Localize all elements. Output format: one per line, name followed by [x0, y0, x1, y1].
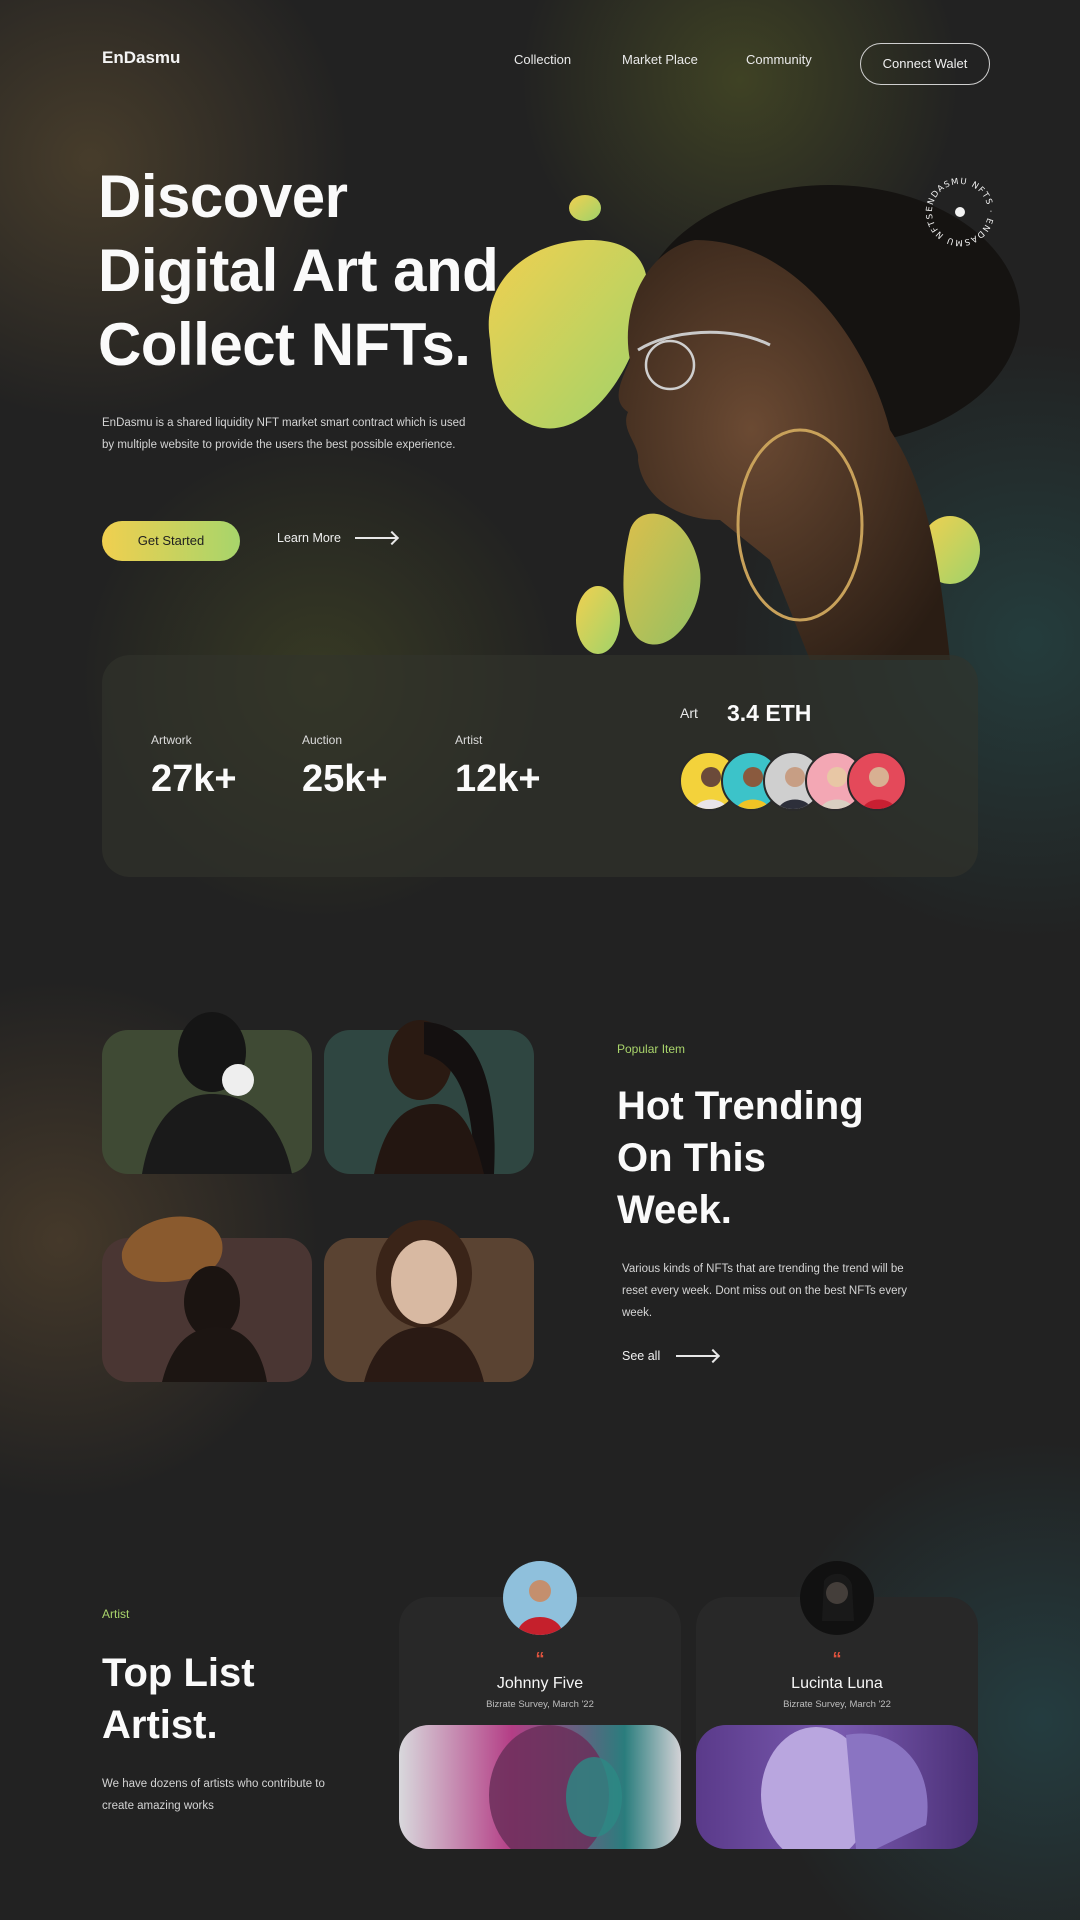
avatar — [800, 1561, 874, 1635]
trending-item[interactable] — [102, 1216, 312, 1382]
artist-artwork-image — [696, 1725, 978, 1849]
avatar — [503, 1561, 577, 1635]
stat-label-artwork: Artwork — [151, 733, 192, 747]
arrow-right-icon — [676, 1355, 719, 1357]
hero-title-line: Collect NFTs. — [98, 311, 471, 378]
avatar[interactable] — [847, 751, 907, 811]
avatar-group — [679, 751, 909, 811]
learn-more-label: Learn More — [277, 531, 341, 545]
badge-dot-icon — [955, 207, 965, 217]
artist-title: Top List Artist. — [102, 1647, 255, 1751]
quote-icon: “ — [832, 1649, 842, 1669]
trending-item[interactable] — [324, 1220, 534, 1382]
hero-title: Discover Digital Art and Collect NFTs. — [98, 160, 499, 382]
trending-title-line: Week. — [617, 1188, 732, 1232]
rotating-badge: ENDASMU NFTS · ENDASMU NFTS · — [920, 172, 994, 247]
trending-description: Various kinds of NFTs that are trending … — [622, 1263, 908, 1319]
artist-card[interactable]: “ Johnny Five Bizrate Survey, March '22 — [399, 1561, 681, 1849]
artist-subtitle: Bizrate Survey, March '22 — [486, 1699, 594, 1710]
stat-value-artist: 12k+ — [455, 758, 541, 800]
art-label: Art — [680, 705, 698, 721]
learn-more-link[interactable]: Learn More — [277, 531, 397, 545]
get-started-button[interactable]: Get Started — [102, 521, 240, 561]
trending-item[interactable] — [102, 1012, 312, 1174]
trending-title-line: Hot Trending — [617, 1084, 864, 1128]
quote-icon: “ — [535, 1649, 545, 1669]
hero-title-line: Discover — [98, 163, 348, 230]
see-all-link[interactable]: See all — [622, 1349, 719, 1363]
trending-eyebrow: Popular Item — [617, 1042, 686, 1056]
artist-artwork-image — [399, 1725, 681, 1849]
trending-item-image — [142, 1012, 292, 1174]
trending-item-image — [121, 1216, 267, 1382]
stat-value-artwork: 27k+ — [151, 758, 237, 800]
hero-title-line: Digital Art and — [98, 237, 499, 304]
art-price: 3.4 ETH — [727, 700, 812, 726]
trending-item[interactable] — [324, 1020, 534, 1174]
arrow-right-icon — [354, 537, 397, 539]
stat-label-artist: Artist — [455, 733, 483, 747]
artist-name: Lucinta Luna — [791, 1675, 883, 1692]
trending-title: Hot Trending On This Week. — [617, 1080, 864, 1236]
stat-label-auction: Auction — [302, 733, 343, 747]
connect-wallet-button[interactable]: Connect Walet — [860, 43, 990, 85]
artist-card[interactable]: “ Lucinta Luna Bizrate Survey, March '22 — [696, 1561, 978, 1849]
page: EnDasmu Collection Market Place Communit… — [0, 0, 1080, 1920]
artist-title-line: Top List — [102, 1651, 255, 1695]
artist-subtitle: Bizrate Survey, March '22 — [783, 1699, 891, 1710]
artist-description: We have dozens of artists who contribute… — [102, 1778, 325, 1812]
trending-title-line: On This — [617, 1136, 766, 1180]
see-all-label: See all — [622, 1349, 661, 1363]
nav-link-market-place[interactable]: Market Place — [622, 52, 698, 67]
artist-name: Johnny Five — [496, 1675, 584, 1692]
stat-value-auction: 25k+ — [302, 758, 388, 800]
trending-item-image — [364, 1220, 484, 1382]
nav-link-community[interactable]: Community — [746, 52, 812, 67]
artist-title-line: Artist. — [102, 1703, 218, 1747]
brand-logo[interactable]: EnDasmu — [102, 48, 180, 68]
hero-description: EnDasmu is a shared liquidity NFT market… — [102, 417, 466, 451]
trending-item-image — [374, 1020, 495, 1174]
artist-eyebrow: Artist — [102, 1607, 130, 1621]
nav-link-collection[interactable]: Collection — [514, 52, 571, 67]
